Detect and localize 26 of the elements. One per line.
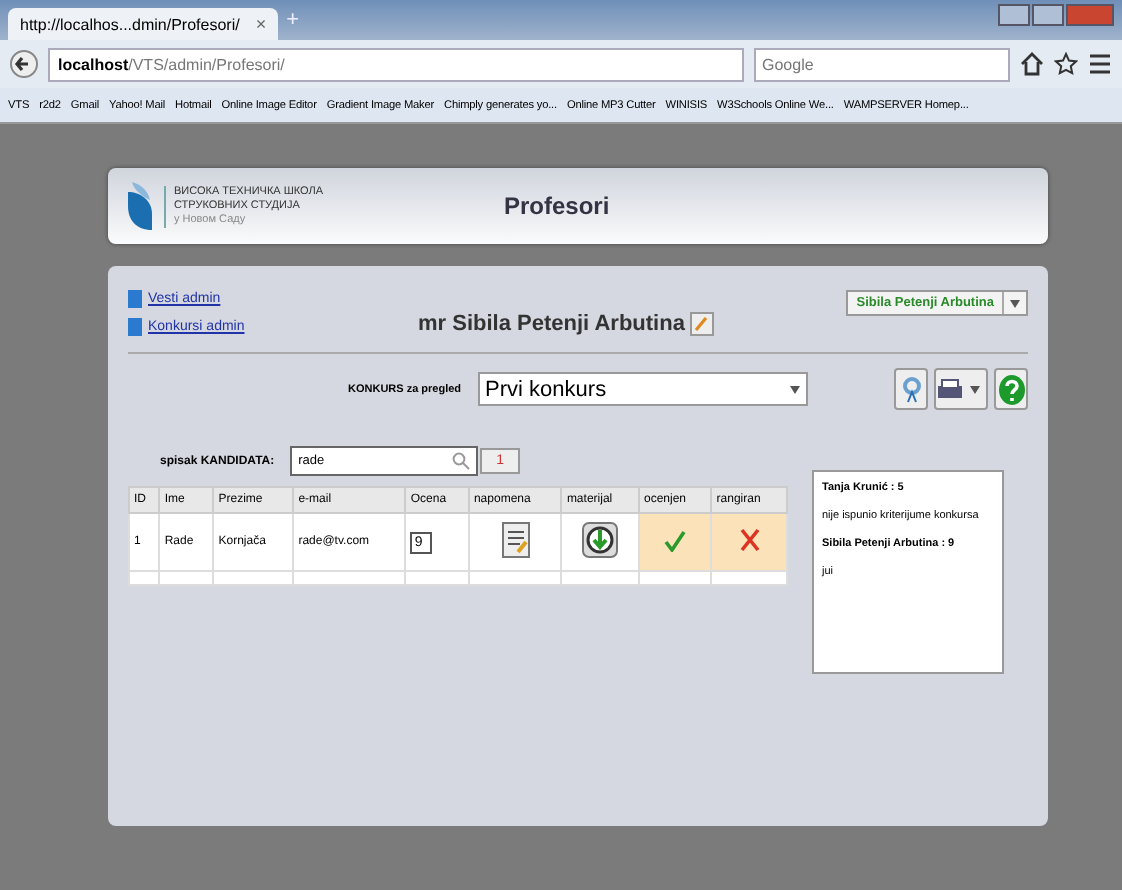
dropdown-arrow-icon (789, 385, 800, 393)
page-title: Profesori (504, 192, 610, 220)
star-icon[interactable] (1054, 52, 1078, 76)
note-icon[interactable] (501, 522, 530, 558)
dropdown-arrow-icon (1010, 299, 1020, 307)
minimize-icon[interactable] (998, 4, 1030, 26)
search-icon (452, 452, 471, 470)
back-icon[interactable] (10, 50, 38, 78)
help-button[interactable] (994, 368, 1028, 410)
download-icon[interactable] (582, 522, 619, 558)
professor-name: mr Sibila Petenji Arbutina (418, 312, 685, 336)
menu-icon[interactable] (1088, 52, 1112, 76)
home-icon[interactable] (1020, 52, 1044, 76)
print-button[interactable] (934, 368, 988, 410)
maximize-icon[interactable] (1032, 4, 1064, 26)
tab-title: http://localhos...dmin/Profesori/ (20, 15, 240, 33)
address-bar[interactable]: localhost/VTS/admin/Profesori/ (48, 47, 744, 81)
dropdown-arrow-icon (970, 385, 980, 393)
tab-close-button[interactable]: × (255, 14, 267, 34)
browser-tab[interactable]: http://localhos...dmin/Profesori/ × (8, 8, 279, 40)
help-icon (997, 373, 1025, 405)
logo-icon (124, 180, 156, 232)
tool-button[interactable] (894, 368, 928, 410)
search-field[interactable]: Google (754, 47, 1010, 81)
contest-select[interactable]: Prvi konkurs (477, 372, 808, 406)
printer-icon (936, 377, 964, 401)
